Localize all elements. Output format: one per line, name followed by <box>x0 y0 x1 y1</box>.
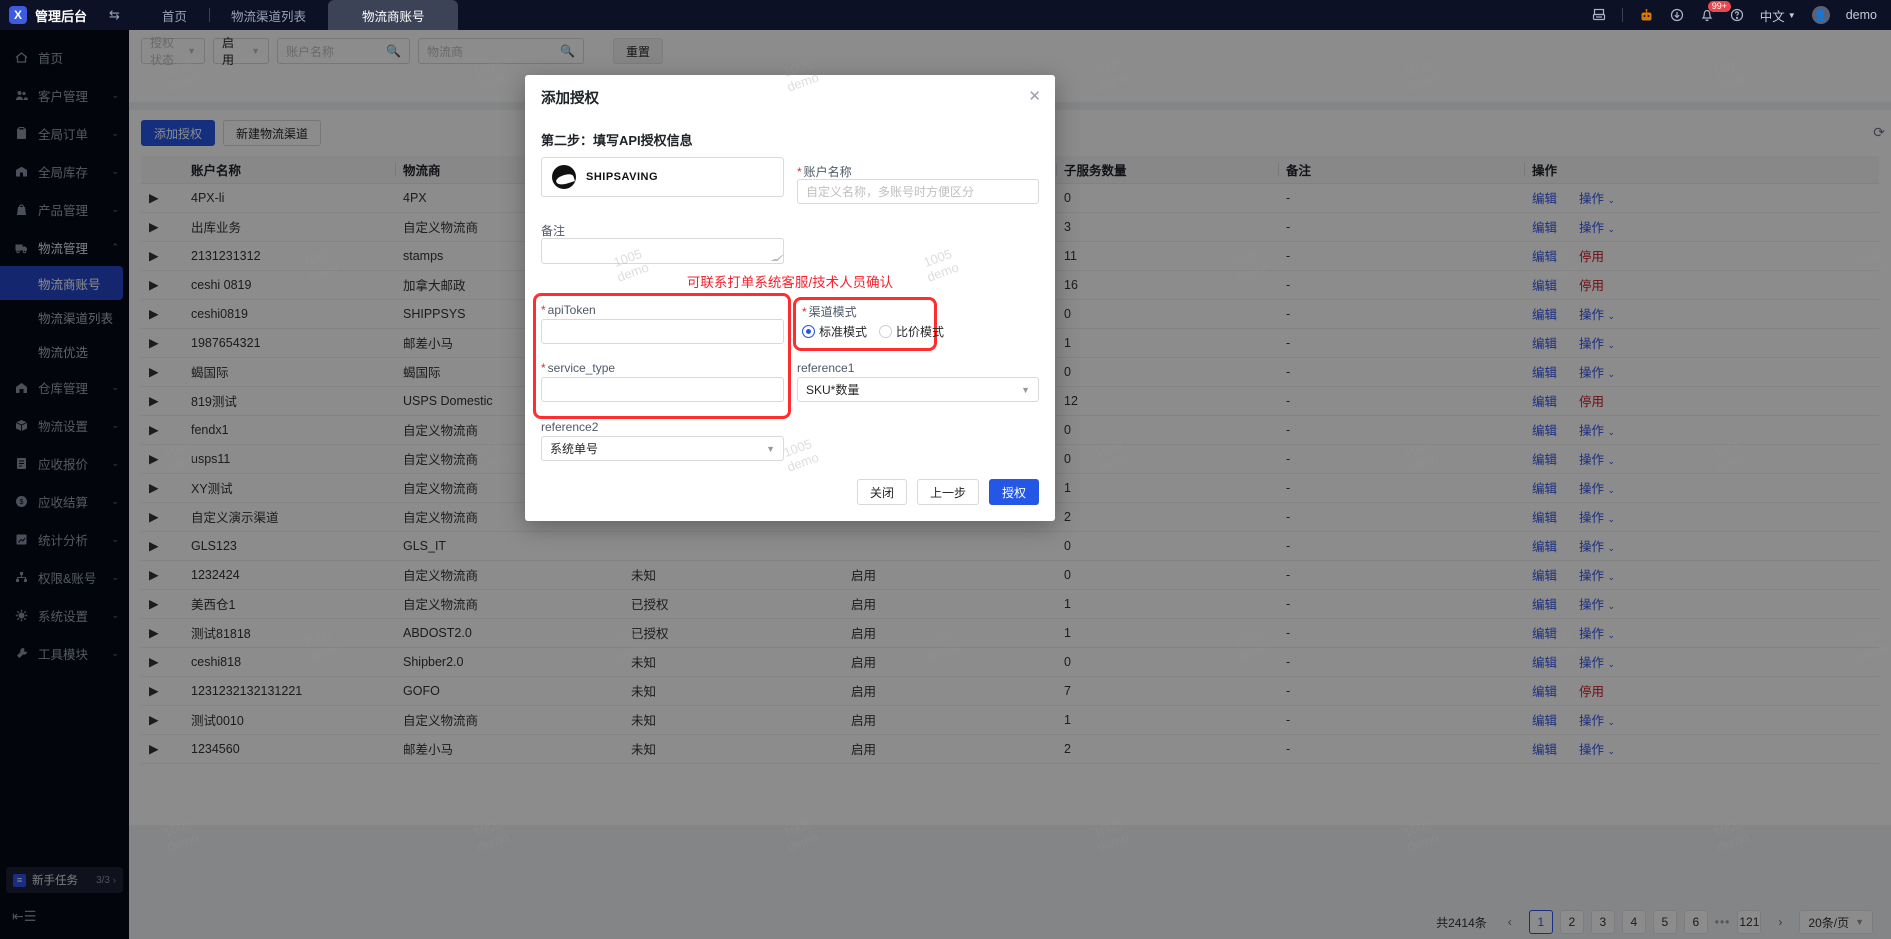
close-icon[interactable]: ✕ <box>1028 87 1041 105</box>
sidebar-toggle-icon[interactable]: ⇆ <box>109 7 120 23</box>
reference2-label: reference2 <box>541 420 599 434</box>
api-token-input[interactable] <box>541 319 784 344</box>
reference2-select[interactable]: 系统单号 ▼ <box>541 436 784 461</box>
radio-unchecked-icon <box>879 325 893 338</box>
provider-name: SHIPSAVING <box>586 171 659 183</box>
shipsaving-logo-icon <box>552 165 576 189</box>
robot-assistant-icon[interactable] <box>1639 8 1654 23</box>
reference1-label: reference1 <box>797 361 855 375</box>
top-tab-1[interactable]: 首页 <box>140 0 209 30</box>
app-logo-icon: X <box>9 6 27 24</box>
top-tab-3[interactable]: 物流商账号 <box>327 0 459 30</box>
provider-card: SHIPSAVING <box>541 157 784 197</box>
compare-mode-radio[interactable]: 比价模式 <box>879 323 944 340</box>
service-type-input[interactable] <box>541 377 784 402</box>
add-auth-modal: 添加授权 ✕ 第二步：填写API授权信息 SHIPSAVING 账户名称 自定义… <box>525 75 1055 521</box>
contact-notice: 可联系打单系统客服/技术人员确认 <box>686 275 894 290</box>
radio-checked-icon <box>802 325 815 338</box>
help-icon[interactable] <box>1730 8 1744 22</box>
app-title: 管理后台 <box>35 8 88 24</box>
remark-label: 备注 <box>541 224 566 238</box>
close-button[interactable]: 关闭 <box>856 479 907 505</box>
topbar-divider <box>1621 8 1623 22</box>
account-name-label: 账户名称 <box>797 163 852 180</box>
language-selector[interactable]: 中文 ▼ <box>1760 6 1796 25</box>
resize-handle-icon[interactable] <box>771 254 785 261</box>
remark-textarea[interactable] <box>541 238 784 264</box>
notifications-bell-icon[interactable]: 99+ <box>1700 1 1732 22</box>
standard-mode-radio[interactable]: 标准模式 <box>802 323 867 340</box>
topbar-right: 99+ 中文 ▼ 👤 demo <box>1592 1 1891 25</box>
modal-account-input[interactable]: 自定义名称，多账号时方便区分 <box>797 179 1039 204</box>
channel-mode-label: 渠道模式 <box>802 303 857 320</box>
top-tab-2[interactable]: 物流渠道列表 <box>208 0 328 30</box>
api-token-label: apiToken <box>541 303 596 317</box>
chevron-down-icon: ▼ <box>1021 384 1030 395</box>
prev-step-button[interactable]: 上一步 <box>916 479 979 505</box>
download-icon[interactable] <box>1670 8 1684 22</box>
user-avatar[interactable]: 👤 <box>1811 6 1830 24</box>
modal-step-title: 第二步：填写API授权信息 <box>541 133 693 148</box>
modal-title: 添加授权 <box>541 91 599 107</box>
reference1-select[interactable]: SKU*数量 ▼ <box>797 377 1039 402</box>
chevron-down-icon: ▼ <box>766 443 775 454</box>
print-icon[interactable] <box>1592 8 1606 22</box>
authorize-button[interactable]: 授权 <box>988 479 1039 505</box>
notification-badge: 99+ <box>1707 1 1732 12</box>
username: demo <box>1845 8 1877 22</box>
service-type-label: service_type <box>541 361 615 375</box>
page-tabs: 首页 物流渠道列表 物流商账号 <box>140 0 459 30</box>
topbar: X 管理后台 ⇆ 首页 物流渠道列表 物流商账号 99+ 中文 ▼ 👤 demo <box>0 0 1891 30</box>
